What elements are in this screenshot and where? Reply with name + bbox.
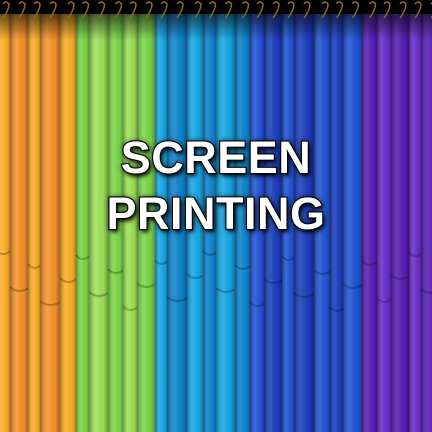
caption-line-2: PRINTING <box>105 187 326 240</box>
caption-line-1: SCREEN <box>120 131 312 184</box>
caption: SCREEN PRINTING <box>0 130 432 242</box>
screen-printing-tile[interactable]: SCREEN PRINTING <box>0 0 432 432</box>
